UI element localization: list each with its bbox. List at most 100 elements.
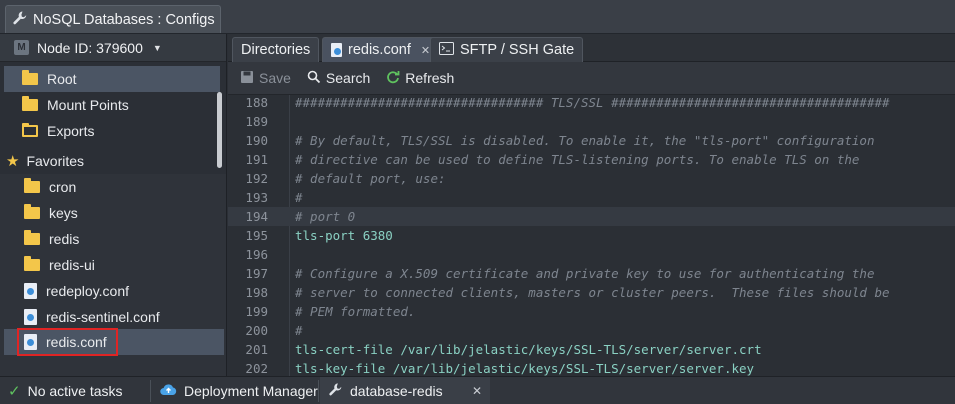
config-file-icon [24,283,37,299]
chevron-down-icon[interactable]: ▼ [153,43,162,53]
line-number: 202 [245,361,268,376]
favorite-item-keys[interactable]: keys [4,200,224,226]
code-text: # default port, use: [295,171,446,186]
folder-icon [24,178,40,193]
code-text: # PEM formatted. [295,304,416,319]
line-number: 198 [245,285,268,300]
code-line[interactable]: 201 tls-cert-file /var/lib/jelastic/keys/… [228,340,955,359]
code-editor[interactable]: 188 ################################# TLS… [228,95,955,376]
refresh-button[interactable]: Refresh [386,70,454,87]
config-file-icon [24,309,37,325]
folder-icon [24,204,40,219]
favorite-item-redeploy-conf[interactable]: redeploy.conf [4,278,224,304]
favorite-item-label: keys [49,205,78,221]
node-icon: M [14,40,29,55]
wrench-icon [328,382,343,400]
line-number: 190 [245,133,268,148]
save-icon [240,70,254,87]
env-tab-database-redis[interactable]: database-redis ✕ [320,377,490,404]
line-number: 201 [245,342,268,357]
tab-redis-conf[interactable]: redis.conf ✕ [322,37,440,62]
code-text: ################################# TLS/SS… [295,95,890,110]
checkmark-icon: ✓ [8,383,21,400]
editor-tab-bar: Directories redis.conf ✕ SFTP / SSH Gate [228,34,955,62]
tab-label: redis.conf [348,42,411,58]
tab-directories[interactable]: Directories [232,37,320,62]
code-text: tls-cert-file /var/lib/jelastic/keys/SSL… [295,342,762,357]
favorite-item-cron[interactable]: cron [4,174,224,200]
favorite-item-label: redis [49,231,80,247]
deployment-label: Deployment Manager [184,383,318,399]
star-icon: ★ [6,153,20,170]
refresh-label: Refresh [405,70,455,86]
window-tab-bar: NoSQL Databases : Configs [0,0,955,34]
close-icon[interactable]: ✕ [421,44,430,57]
favorite-item-label: redis-ui [49,257,95,273]
line-number: 197 [245,266,268,281]
code-line[interactable]: 200 # [228,321,955,340]
file-tree-panel: M Node ID: 379600 ▼ Root Mount Points Ex… [0,34,227,376]
tree-item-root[interactable]: Root [4,66,220,92]
tasks-status[interactable]: ✓ No active tasks [0,377,131,404]
folder-icon [24,256,40,271]
code-line[interactable]: 192 # default port, use: [228,169,955,188]
favorite-item-redis-sentinel-conf[interactable]: redis-sentinel.conf [4,304,224,330]
window-title: NoSQL Databases : Configs [33,11,215,28]
line-number: 195 [245,228,268,243]
code-line[interactable]: 195 tls-port 6380 [228,226,955,245]
code-text: # directive can be used to define TLS-li… [295,152,860,167]
editor-toolbar: Save Search Refresh [228,62,955,95]
save-button[interactable]: Save [240,70,291,87]
line-number: 188 [245,95,268,110]
tab-label: SFTP / SSH Gate [460,42,575,58]
line-number: 189 [245,114,268,129]
tree-item-mount-points[interactable]: Mount Points [4,92,220,118]
code-line[interactable]: 198 # server to connected clients, master… [228,283,955,302]
wrench-icon [12,10,28,29]
code-text: # [295,323,303,338]
highlight-box [17,328,118,356]
code-line[interactable]: 188 ################################# TLS… [228,95,955,112]
exports-folder-icon [22,123,38,137]
code-line[interactable]: 190 # By default, TLS/SSL is disabled. To… [228,131,955,150]
divider [318,380,319,402]
code-text: # [295,190,303,205]
line-number: 191 [245,152,268,167]
favorites-header[interactable]: ★ Favorites [6,152,84,170]
cloud-upload-icon [160,383,177,399]
terminal-icon [439,41,454,59]
env-label: database-redis [350,383,443,399]
favorite-item-redis-ui[interactable]: redis-ui [4,252,224,278]
tree-item-exports[interactable]: Exports [4,118,220,144]
line-number: 199 [245,304,268,319]
close-icon[interactable]: ✕ [472,384,482,398]
favorite-item-label: redeploy.conf [46,283,130,299]
code-line[interactable]: 194 # port 0 [228,207,955,226]
status-bar: ✓ No active tasks Deployment Manager dat… [0,376,955,404]
tab-sftp-ssh-gate[interactable]: SFTP / SSH Gate [430,37,584,62]
code-line[interactable]: 202 tls-key-file /var/lib/jelastic/keys/S… [228,359,955,376]
favorite-item-redis[interactable]: redis [4,226,224,252]
folder-icon [24,230,40,245]
code-text: # Configure a X.509 certificate and priv… [295,266,875,281]
code-line[interactable]: 199 # PEM formatted. [228,302,955,321]
code-text: # port 0 [295,209,356,224]
search-button[interactable]: Search [307,70,370,87]
search-label: Search [325,70,371,86]
tab-label: Directories [241,42,311,58]
code-text: tls-key-file /var/lib/jelastic/keys/SSL-… [295,361,755,376]
code-line[interactable]: 197 # Configure a X.509 certificate and p… [228,264,955,283]
window-tab[interactable]: NoSQL Databases : Configs [5,5,221,33]
line-number: 194 [245,209,268,224]
deployment-manager-tab[interactable]: Deployment Manager [152,377,326,404]
line-number: 192 [245,171,268,186]
folder-icon [22,70,38,85]
code-line[interactable]: 189 [228,112,955,131]
save-label: Save [259,70,291,86]
tree-scrollbar[interactable] [217,92,222,168]
node-selector[interactable]: M Node ID: 379600 ▼ [0,34,226,62]
tree-item-label: Mount Points [47,97,129,113]
code-line[interactable]: 196 [228,245,955,264]
code-line[interactable]: 193 # [228,188,955,207]
code-line[interactable]: 191 # directive can be used to define TLS… [228,150,955,169]
